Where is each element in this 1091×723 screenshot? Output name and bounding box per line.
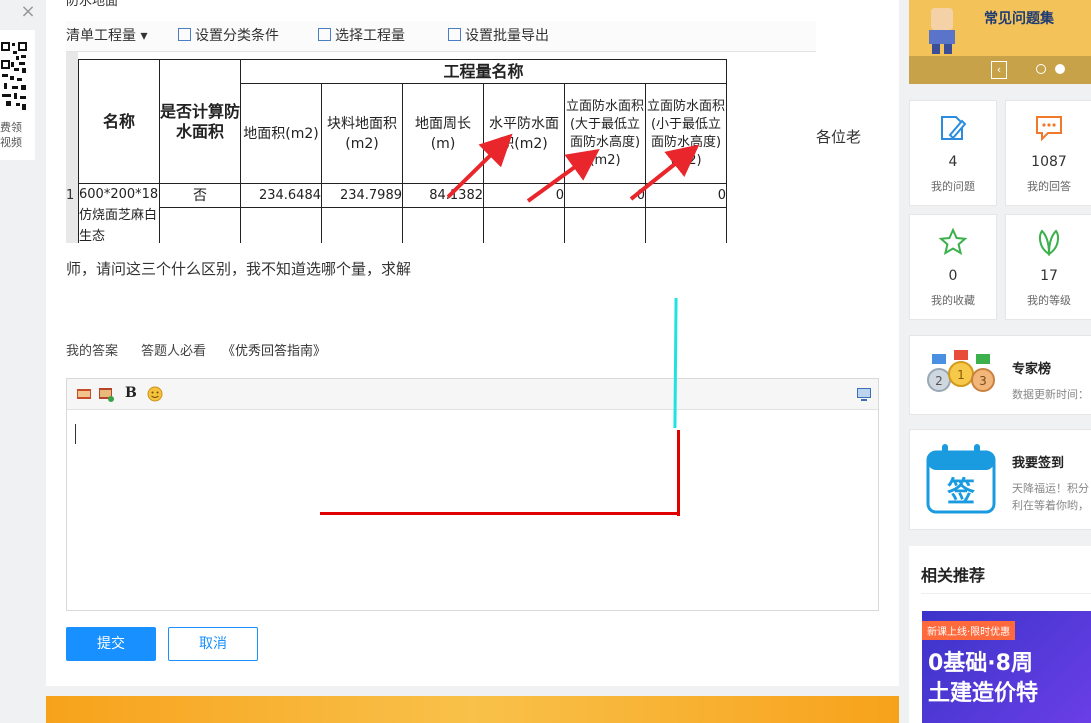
tab-must-read[interactable]: 答题人必看	[141, 340, 206, 359]
experts-card[interactable]: 2 1 3 专家榜 数据更新时间：	[909, 335, 1091, 415]
svg-text:2: 2	[935, 374, 943, 388]
red-arrow	[446, 133, 513, 199]
banner-title: 常见问题集	[984, 11, 1054, 27]
qr-code-icon	[0, 38, 28, 116]
submit-button[interactable]: 提交	[66, 627, 156, 661]
cancel-button[interactable]: 取消	[168, 627, 258, 661]
image-upload-icon[interactable]	[98, 386, 114, 402]
question-text-fragment: 各位老	[816, 128, 862, 146]
answer-guide-link[interactable]: 《优秀回答指南》	[222, 340, 326, 359]
divider	[921, 593, 1091, 594]
mascot-illustration	[929, 8, 955, 54]
course-title-line: 0基础·8周	[928, 651, 1033, 676]
svg-text:1: 1	[957, 368, 965, 382]
stat-label: 我的等级	[1027, 294, 1071, 307]
text-cursor	[75, 424, 76, 444]
carousel-dot[interactable]	[1036, 64, 1046, 74]
red-arrow	[629, 144, 700, 201]
editor-toolbar: B	[67, 379, 878, 410]
checkin-char: 签	[946, 475, 975, 508]
question-title: 防水地面	[66, 0, 119, 9]
answer-editor[interactable]: B	[66, 378, 879, 611]
svg-text:3: 3	[979, 374, 987, 388]
course-tag: 新课上线·限时优惠	[922, 621, 1016, 640]
checkin-title: 我要签到	[1012, 456, 1065, 471]
chat-icon	[1036, 116, 1062, 142]
experts-title: 专家榜	[1012, 362, 1052, 377]
star-icon	[938, 227, 968, 256]
stat-number: 4	[948, 154, 958, 170]
stat-label: 我的回答	[1027, 180, 1071, 193]
stat-my-answers[interactable]: 1087 我的回答	[1005, 100, 1091, 206]
qr-text-line: 视频	[0, 136, 22, 149]
qr-text-line: 费领	[0, 121, 22, 134]
course-title-line: 土建造价特	[928, 681, 1039, 706]
stat-my-questions[interactable]: 4 我的问题	[909, 100, 997, 206]
bottom-promo-banner[interactable]	[46, 696, 899, 723]
stat-number: 17	[1040, 268, 1058, 284]
chevron-left-icon[interactable]: ‹	[991, 61, 1007, 79]
tab-my-answer[interactable]: 我的答案	[66, 340, 118, 359]
stat-my-favorites[interactable]: 0 我的收藏	[909, 214, 997, 320]
emoji-icon[interactable]	[147, 386, 163, 402]
recommend-title: 相关推荐	[921, 566, 986, 585]
leaf-icon	[1038, 229, 1060, 256]
arrow-annotations	[446, 133, 700, 203]
checkin-sub: 利在等着你哟，	[1012, 499, 1089, 512]
course-title: 0基础·8周 土建造价特	[928, 649, 1038, 709]
recommend-course-image[interactable]: 新课上线·限时优惠 0基础·8周 土建造价特	[922, 611, 1091, 723]
close-icon[interactable]: ×	[18, 2, 38, 22]
bold-button[interactable]: B	[125, 385, 141, 401]
stat-number: 1087	[1031, 154, 1067, 170]
checkin-card[interactable]: 签 我要签到 天降福运！积分 利在等着你哟，	[909, 429, 1091, 530]
checkin-sub: 天降福运！积分	[1012, 482, 1089, 495]
banner-nav: ‹	[909, 56, 1091, 84]
edit-icon	[941, 116, 967, 140]
red-annotation-line	[677, 430, 680, 516]
stat-label: 我的收藏	[931, 294, 975, 307]
fullscreen-icon[interactable]	[856, 386, 872, 402]
image-icon[interactable]	[76, 386, 92, 402]
carousel-dot-active[interactable]	[1055, 64, 1065, 74]
medals-icon: 2 1 3	[927, 350, 995, 392]
question-screenshot[interactable]: 清单工程量 ▾ 设置分类条件 选择工程量 设置批量导出 1 名称 是否计算防水面…	[66, 21, 816, 243]
stat-number: 0	[948, 268, 958, 284]
stat-my-level[interactable]: 17 我的等级	[1005, 214, 1091, 320]
question-body: 师，请问这三个什么区别，我不知道选哪个量，求解	[66, 260, 412, 278]
qr-promo-card[interactable]: 费领 视频	[0, 30, 35, 160]
red-arrow	[526, 148, 600, 203]
stat-label: 我的问题	[931, 180, 975, 193]
qr-promo-text: 费领 视频	[0, 120, 28, 150]
experts-update-time: 数据更新时间：	[1012, 388, 1089, 401]
red-annotation-line	[320, 512, 678, 515]
